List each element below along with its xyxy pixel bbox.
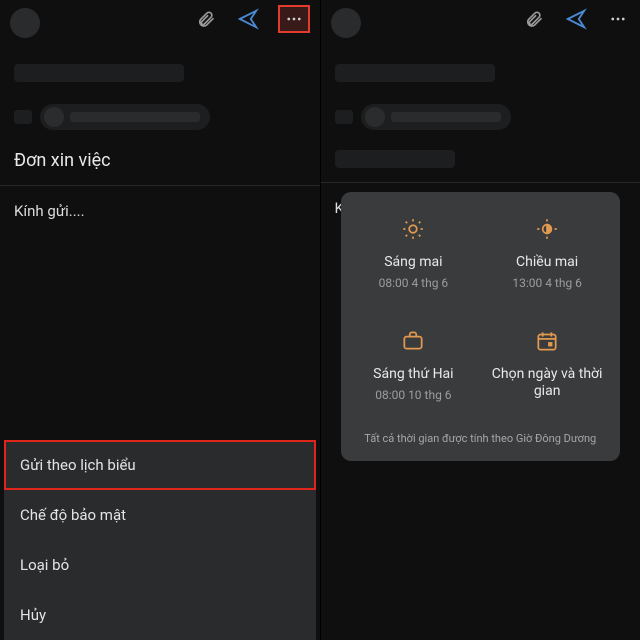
to-label (14, 110, 32, 124)
schedule-send-picker: Sáng mai 08:00 4 thg 6 Chiều mai 13:00 4… (341, 192, 621, 461)
compose-toolbar (321, 0, 640, 38)
more-menu-button-highlighted[interactable] (278, 5, 310, 33)
schedule-option-tomorrow-afternoon[interactable]: Chiều mai 13:00 4 thg 6 (484, 214, 610, 290)
schedule-option-time: 13:00 4 thg 6 (484, 276, 610, 290)
schedule-option-title: Chiều mai (484, 254, 610, 271)
sun-morning-icon (398, 214, 428, 244)
schedule-option-title: Sáng thứ Hai (351, 366, 477, 383)
to-field[interactable] (14, 104, 320, 130)
avatar (331, 8, 361, 38)
recipient-avatar (44, 107, 64, 127)
attach-icon[interactable] (194, 7, 218, 31)
divider (321, 182, 640, 183)
subject-field[interactable]: Đơn xin việc (14, 150, 306, 171)
recipient-name (391, 112, 501, 122)
attach-icon[interactable] (522, 7, 546, 31)
menu-schedule-send[interactable]: Gửi theo lịch biểu (4, 440, 316, 490)
schedule-option-title: Sáng mai (351, 254, 477, 271)
menu-discard[interactable]: Loại bỏ (4, 540, 316, 590)
schedule-option-monday-morning[interactable]: Sáng thứ Hai 08:00 10 thg 6 (351, 326, 477, 405)
schedule-option-time: 08:00 10 thg 6 (351, 388, 477, 402)
send-icon[interactable] (564, 7, 588, 31)
menu-confidential-mode[interactable]: Chế độ bảo mật (4, 490, 316, 540)
schedule-option-time: 08:00 4 thg 6 (351, 276, 477, 290)
compose-toolbar (0, 0, 320, 38)
schedule-option-title: Chọn ngày và thời gian (484, 366, 610, 400)
recipient-avatar (365, 107, 385, 127)
recipient-chip[interactable] (40, 104, 210, 130)
calendar-icon (532, 326, 562, 356)
schedule-timezone-note: Tất cả thời gian được tính theo Giờ Đông… (351, 432, 611, 445)
schedule-option-tomorrow-morning[interactable]: Sáng mai 08:00 4 thg 6 (351, 214, 477, 290)
body-text[interactable]: Kính gửi.... (14, 202, 306, 220)
to-label (335, 110, 353, 124)
half-sun-icon (532, 214, 562, 244)
to-field[interactable] (335, 104, 640, 130)
send-icon[interactable] (236, 7, 260, 31)
action-sheet: Gửi theo lịch biểu Chế độ bảo mật Loại b… (4, 440, 316, 640)
schedule-option-pick-datetime[interactable]: Chọn ngày và thời gian (484, 326, 610, 405)
recipient-name (70, 112, 200, 122)
subject-field[interactable] (335, 150, 455, 168)
compose-pane-right: Kính gửi.... Sáng mai 08:00 4 thg 6 Chiề… (320, 0, 640, 640)
avatar (10, 8, 40, 38)
from-field[interactable] (335, 64, 495, 82)
compose-pane-left: Đơn xin việc Kính gửi.... Gửi theo lịch … (0, 0, 320, 640)
briefcase-icon (398, 326, 428, 356)
more-icon[interactable] (606, 7, 630, 31)
from-field[interactable] (14, 64, 184, 82)
recipient-chip[interactable] (361, 104, 511, 130)
divider (0, 185, 320, 186)
menu-cancel[interactable]: Hủy (4, 590, 316, 640)
